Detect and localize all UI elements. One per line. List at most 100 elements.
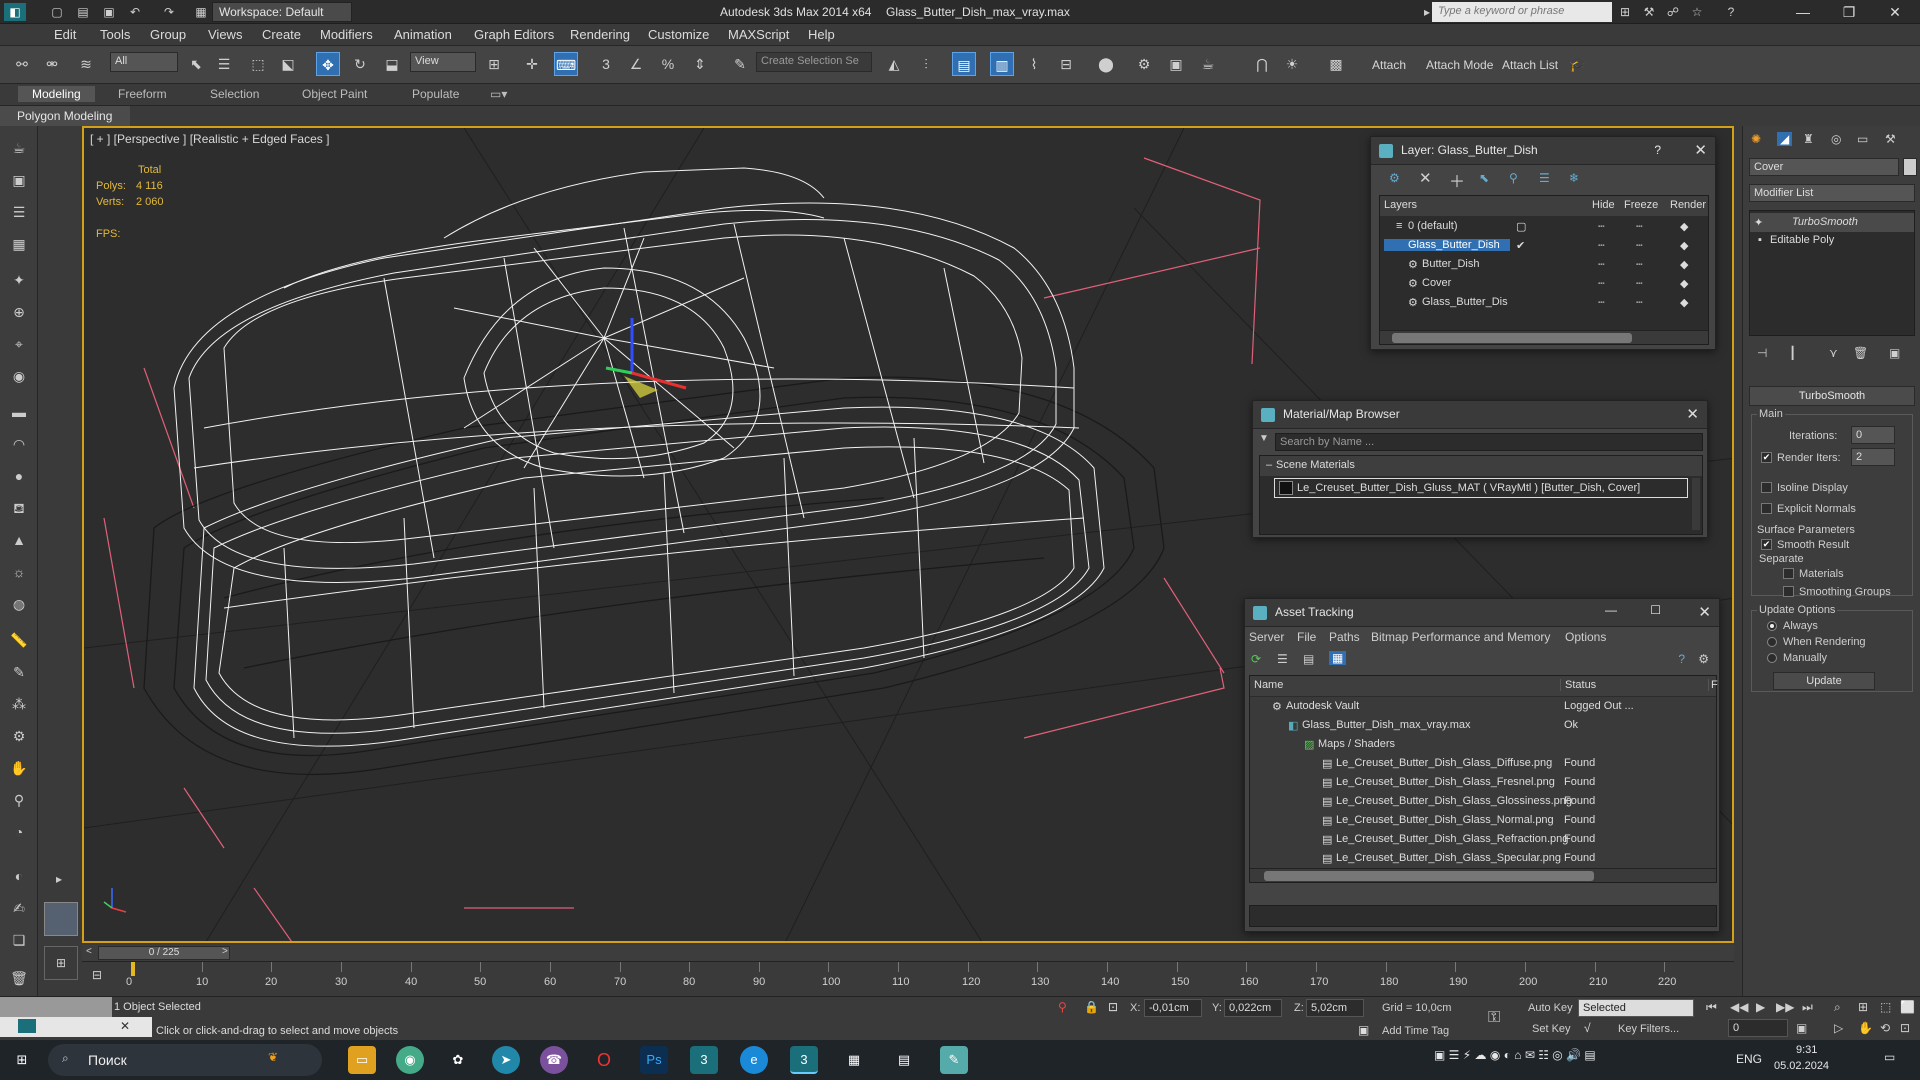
ribbon-options-icon[interactable]: ▭▾ bbox=[490, 87, 507, 101]
teapot-shape-icon[interactable]: ⛾ bbox=[7, 496, 31, 520]
zoom-extents-icon[interactable]: ⬚ bbox=[1880, 1000, 1891, 1014]
viewport-layout-icon[interactable] bbox=[44, 902, 78, 936]
binoculars-icon[interactable]: ⊞ bbox=[1616, 3, 1634, 21]
menu-rendering[interactable]: Rendering bbox=[570, 27, 630, 42]
set-key-mode-icon[interactable]: ⚿ bbox=[1488, 1009, 1500, 1027]
hide-all-layers-icon[interactable]: ☰ bbox=[1539, 171, 1550, 185]
viewport-grid-layout-icon[interactable]: ⊞ bbox=[44, 946, 78, 980]
col-name[interactable]: Name bbox=[1254, 679, 1283, 691]
set-key-button[interactable]: Set Key bbox=[1532, 1023, 1571, 1035]
asset-menu-bitmap[interactable]: Bitmap Performance and Memory bbox=[1371, 630, 1550, 644]
select-by-name-icon[interactable]: ☰ bbox=[212, 52, 236, 76]
add-to-layer-icon[interactable]: ＋ bbox=[1449, 168, 1465, 192]
render-iters-spinner[interactable]: 2 bbox=[1851, 448, 1895, 466]
asset-row[interactable]: ▤ Le_Creuset_Butter_Dish_Glass_Specular.… bbox=[1250, 849, 1716, 868]
zoom-all-icon[interactable]: ⊞ bbox=[1858, 1000, 1868, 1014]
helper-icon[interactable]: ⌖ bbox=[7, 332, 31, 356]
refresh-icon[interactable]: ⟳ bbox=[1251, 652, 1261, 666]
col-hide[interactable]: Hide bbox=[1592, 199, 1615, 211]
keyboard-shortcut-override-icon[interactable]: ⌨ bbox=[554, 52, 578, 76]
menu-graph-editors[interactable]: Graph Editors bbox=[474, 27, 554, 42]
graduation-cap-icon[interactable]: 🎓 bbox=[1566, 52, 1590, 76]
menu-modifiers[interactable]: Modifiers bbox=[320, 27, 373, 42]
asset-row[interactable]: ⚙ Autodesk Vault Logged Out ... bbox=[1250, 697, 1716, 716]
time-slider[interactable]: < 0 / 225 > bbox=[82, 945, 1734, 961]
workspace-dropdown[interactable]: Workspace: Default bbox=[212, 2, 352, 22]
vray-sun-icon[interactable]: ☀ bbox=[1280, 52, 1304, 76]
new-file-icon[interactable]: ▢ bbox=[48, 3, 66, 21]
selection-lock-icon[interactable]: 🔒 bbox=[1084, 1000, 1099, 1014]
fov-icon[interactable]: ▷ bbox=[1834, 1021, 1843, 1035]
remove-modifier-icon[interactable]: 🗑 bbox=[1853, 346, 1868, 360]
favorites-star-icon[interactable]: ☆ bbox=[1688, 3, 1706, 21]
layer-row-butter-dish[interactable]: ⚙ Butter_Dish ┄ ┄ ◆ bbox=[1380, 255, 1708, 274]
list-icon[interactable]: ☰ bbox=[7, 200, 31, 224]
hide-toggle[interactable]: ┄ bbox=[1598, 239, 1605, 252]
viewport-icon[interactable]: ▣ bbox=[7, 168, 31, 192]
tab-object-paint[interactable]: Object Paint bbox=[302, 87, 367, 101]
timeline-current-frame-marker[interactable] bbox=[131, 962, 135, 976]
light-bulb-icon[interactable]: ✦ bbox=[7, 268, 31, 292]
asset-row[interactable]: ▨ Maps / Shaders bbox=[1250, 735, 1716, 754]
opera-icon[interactable]: O bbox=[590, 1046, 618, 1074]
mirror-icon[interactable]: ◭ bbox=[882, 52, 906, 76]
material-list-scrollbar[interactable] bbox=[1692, 478, 1700, 530]
paint-icon[interactable]: ✎ bbox=[7, 660, 31, 684]
toggle-scene-explorer-icon[interactable]: ▤ bbox=[952, 52, 976, 76]
object-name-field[interactable]: Cover bbox=[1749, 158, 1899, 176]
named-selection-sets-dropdown[interactable]: Create Selection Se bbox=[756, 52, 872, 72]
play-icon[interactable]: ▶ bbox=[1756, 1000, 1765, 1014]
freeze-toggle[interactable]: ┄ bbox=[1636, 277, 1643, 290]
particles-icon[interactable]: ⁂ bbox=[7, 692, 31, 716]
hand-icon[interactable]: ✋ bbox=[7, 756, 31, 780]
menu-animation[interactable]: Animation bbox=[394, 27, 452, 42]
layer-icon[interactable]: ❏ bbox=[7, 928, 31, 952]
expand-panel-icon[interactable]: ▸ bbox=[48, 868, 70, 890]
render-setup-icon[interactable]: ⚙ bbox=[1132, 52, 1156, 76]
gear-system-icon[interactable]: ⚙ bbox=[7, 724, 31, 748]
render-toggle[interactable]: ◆ bbox=[1680, 296, 1688, 309]
modifier-list-dropdown[interactable]: Modifier List bbox=[1749, 184, 1915, 202]
browser-options-icon[interactable]: ▼ bbox=[1259, 433, 1271, 444]
add-time-tag-button[interactable]: Add Time Tag bbox=[1382, 1025, 1449, 1037]
bind-spacewarp-icon[interactable]: ≋ bbox=[74, 52, 98, 76]
help-icon[interactable]: ? bbox=[1722, 3, 1740, 21]
rendered-frame-window-icon[interactable]: ▣ bbox=[1164, 52, 1188, 76]
ruler-icon[interactable]: 📏 bbox=[7, 628, 31, 652]
hierarchy-tab-icon[interactable]: ♜ bbox=[1803, 132, 1814, 146]
render-iters-checkbox[interactable]: ✔ bbox=[1761, 452, 1772, 463]
hide-toggle[interactable]: ┄ bbox=[1598, 258, 1605, 271]
align-icon[interactable]: ⫶ bbox=[914, 52, 938, 76]
windows-start-icon[interactable]: ⊞ bbox=[8, 1046, 36, 1074]
select-object-icon[interactable]: ⬉ bbox=[184, 52, 208, 76]
edit-named-selection-icon[interactable]: ✎ bbox=[728, 52, 752, 76]
asset-row[interactable]: ▤ Le_Creuset_Butter_Dish_Glass_Normal.pn… bbox=[1250, 811, 1716, 830]
hide-toggle[interactable]: ┄ bbox=[1598, 220, 1605, 233]
stack-item-editable-poly[interactable]: ▪ Editable Poly bbox=[1750, 231, 1914, 250]
asset-maximize-icon[interactable]: ☐ bbox=[1650, 603, 1661, 617]
menu-views[interactable]: Views bbox=[208, 27, 242, 42]
toggle-layer-explorer-icon[interactable]: ▥ bbox=[990, 52, 1014, 76]
percent-snap-icon[interactable]: % bbox=[656, 52, 680, 76]
menu-create[interactable]: Create bbox=[262, 27, 301, 42]
utilities-tab-icon[interactable]: ⚒ bbox=[1885, 132, 1896, 146]
keyword-search-input[interactable]: Type a keyword or phrase bbox=[1432, 2, 1612, 22]
minimize-icon[interactable]: — bbox=[1780, 0, 1826, 24]
taskbar-search[interactable]: ⌕ Поиск ❦ bbox=[48, 1044, 322, 1076]
time-config-icon[interactable]: ▣ bbox=[1796, 1021, 1807, 1035]
iterations-spinner[interactable]: 0 bbox=[1851, 426, 1895, 444]
photoshop-icon[interactable]: Ps bbox=[640, 1046, 668, 1074]
freeze-toggle[interactable]: ┄ bbox=[1636, 258, 1643, 271]
sun-light-icon[interactable]: ☼ bbox=[7, 560, 31, 584]
attach-button[interactable]: Attach bbox=[1372, 58, 1406, 72]
col-render[interactable]: Render bbox=[1670, 199, 1706, 211]
trash-icon[interactable]: 🗑 bbox=[7, 966, 31, 990]
isoline-display-checkbox[interactable] bbox=[1761, 482, 1772, 493]
delete-layer-icon[interactable]: ✕ bbox=[1419, 169, 1432, 187]
key-icon[interactable]: √ bbox=[1584, 1021, 1591, 1035]
attach-list-button[interactable]: Attach List bbox=[1502, 58, 1558, 72]
zoom-extents-all-icon[interactable]: ⬜ bbox=[1900, 1000, 1915, 1014]
redo-icon[interactable]: ↷ bbox=[160, 3, 178, 21]
render-toggle[interactable]: ◆ bbox=[1680, 277, 1688, 290]
globe-icon[interactable]: ◐ bbox=[7, 864, 31, 888]
